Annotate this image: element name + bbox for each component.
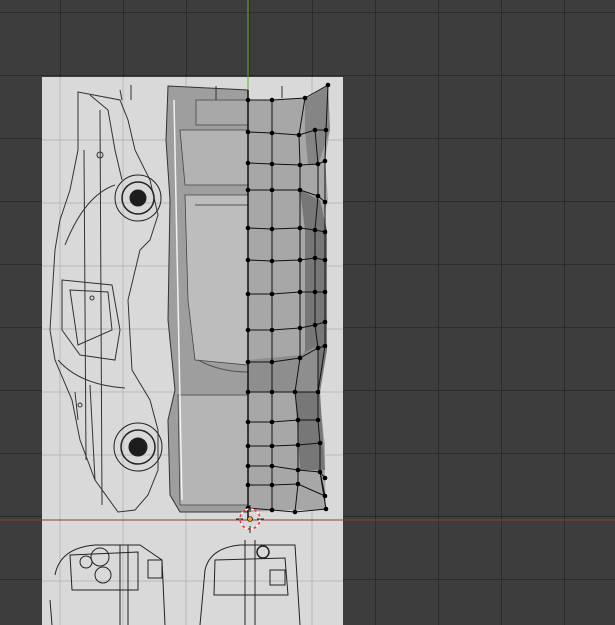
object-origin-icon: [247, 516, 253, 522]
mesh-object[interactable]: [245, 82, 331, 520]
3d-viewport[interactable]: [0, 0, 615, 625]
viewport-canvas[interactable]: [0, 0, 615, 625]
blueprint-wheel-front: [114, 174, 162, 222]
blueprint-wheel-rear: [113, 422, 163, 472]
